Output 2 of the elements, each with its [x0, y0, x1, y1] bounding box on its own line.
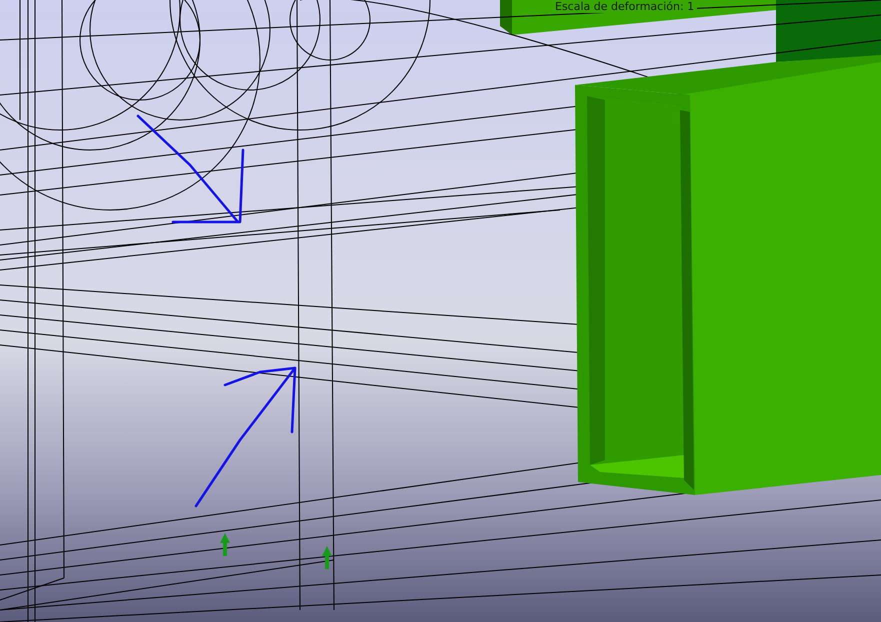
load-arrow-icon — [322, 546, 332, 569]
load-arrow-icon — [220, 533, 230, 556]
